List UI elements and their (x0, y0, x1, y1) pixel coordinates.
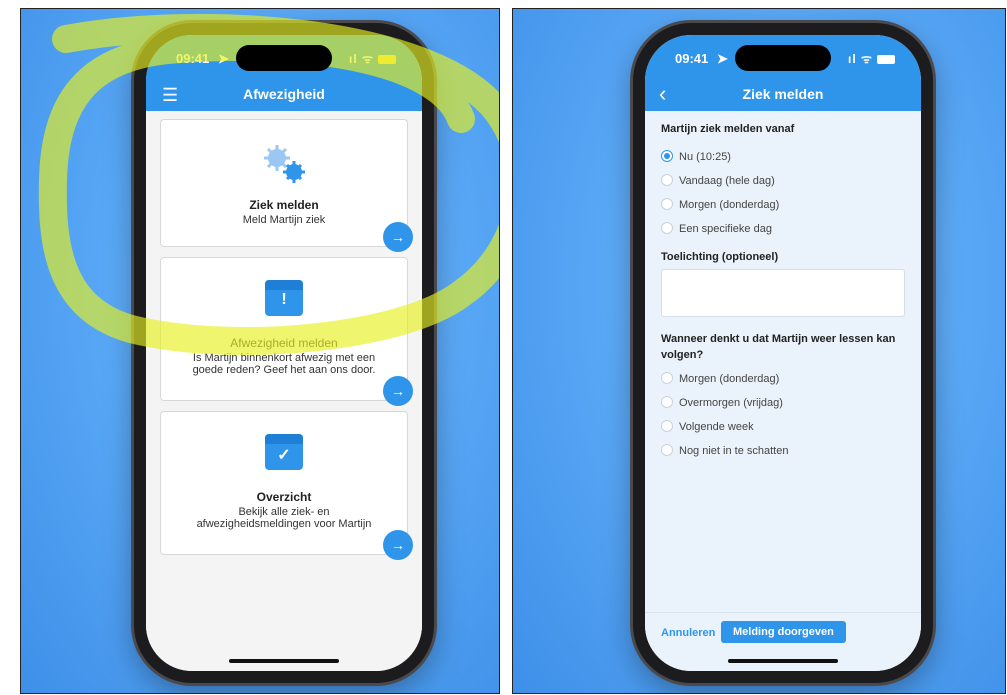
page-title: Afwezigheid (243, 86, 325, 102)
return-option[interactable]: Overmorgen (vrijdag) (661, 396, 783, 409)
radio[interactable] (661, 396, 673, 409)
radio[interactable] (661, 198, 673, 211)
nav-bar: ‹ Ziek melden (645, 79, 921, 111)
status-time: 09:41 (176, 51, 210, 66)
from-option[interactable]: Vandaag (hele dag) (661, 174, 775, 187)
submit-button[interactable]: Melding doorgeven (721, 621, 846, 643)
left-panel: 09:41 ➤ ıl ᯤ ☰ Afwezigheid Ziek melden M… (20, 8, 500, 694)
card-subtitle: Bekijk alle ziek- en afwezigheidsmelding… (196, 506, 372, 530)
signal-wifi-icon: ıl ᯤ (848, 50, 895, 67)
radio[interactable] (661, 420, 673, 433)
from-option[interactable]: Morgen (donderdag) (661, 198, 779, 211)
arrow-right-icon[interactable]: → (383, 530, 413, 560)
battery-icon (877, 55, 895, 65)
dynamic-island (236, 45, 332, 71)
from-question: Martijn ziek melden vanaf (661, 123, 795, 135)
location-arrow-icon: ➤ (717, 51, 728, 66)
card-title: Overzicht (256, 490, 312, 504)
card-title: Afwezigheid melden (230, 336, 338, 350)
card-afwezigheid-melden[interactable]: ! Afwezigheid melden Is Martijn binnenko… (160, 257, 413, 406)
location-arrow-icon: ➤ (218, 51, 229, 66)
phone-screen-right: 09:41 ➤ ıl ᯤ ‹ Ziek melden Martijn ziek m… (645, 35, 921, 671)
card-subtitle: Meld Martijn ziek (242, 214, 326, 226)
home-indicator (728, 659, 838, 663)
card-subtitle: Is Martijn binnenkort afwezig met een go… (192, 352, 376, 376)
radio-selected[interactable] (661, 150, 673, 163)
radio[interactable] (661, 222, 673, 235)
phone-screen-left: 09:41 ➤ ıl ᯤ ☰ Afwezigheid Ziek melden M… (146, 35, 422, 671)
signal-wifi-icon: ıl ᯤ (349, 50, 396, 67)
nav-bar: ☰ Afwezigheid (146, 79, 422, 111)
phone-frame-left: 09:41 ➤ ıl ᯤ ☰ Afwezigheid Ziek melden M… (134, 23, 434, 683)
calendar-alert-icon: ! (265, 280, 303, 316)
from-option[interactable]: Een specifieke dag (661, 222, 772, 235)
dynamic-island (735, 45, 831, 71)
card-ziek-melden[interactable]: Ziek melden Meld Martijn ziek → (160, 119, 413, 252)
arrow-right-icon[interactable]: → (383, 376, 413, 406)
phone-frame-right: 09:41 ➤ ıl ᯤ ‹ Ziek melden Martijn ziek m… (633, 23, 933, 683)
menu-list: Ziek melden Meld Martijn ziek → ! Afwezi… (146, 111, 422, 671)
return-option[interactable]: Morgen (donderdag) (661, 372, 779, 385)
card-title: Ziek melden (249, 198, 319, 212)
note-label: Toelichting (optioneel) (661, 251, 779, 263)
arrow-right-icon[interactable]: → (383, 222, 413, 252)
page-title: Ziek melden (742, 86, 824, 102)
right-panel: 09:41 ➤ ıl ᯤ ‹ Ziek melden Martijn ziek m… (512, 8, 1006, 694)
sick-report-form: Martijn ziek melden vanaf Nu (10:25) Van… (645, 111, 921, 613)
status-time: 09:41 (675, 51, 709, 66)
return-option[interactable]: Volgende week (661, 420, 754, 433)
gears-icon (264, 145, 305, 183)
form-footer: Annuleren Melding doorgeven (645, 612, 921, 671)
card-overzicht[interactable]: ✓ Overzicht Bekijk alle ziek- en afwezig… (160, 411, 413, 560)
battery-icon (378, 55, 396, 65)
note-textarea[interactable] (661, 269, 905, 317)
from-option[interactable]: Nu (10:25) (661, 150, 731, 163)
calendar-check-icon: ✓ (265, 434, 303, 470)
cancel-button[interactable]: Annuleren (659, 625, 717, 641)
radio[interactable] (661, 174, 673, 187)
return-option[interactable]: Nog niet in te schatten (661, 444, 788, 457)
return-question: Wanneer denkt u dat Martijn weer lessen … (661, 333, 896, 361)
home-indicator (229, 659, 339, 663)
radio[interactable] (661, 444, 673, 457)
radio[interactable] (661, 372, 673, 385)
